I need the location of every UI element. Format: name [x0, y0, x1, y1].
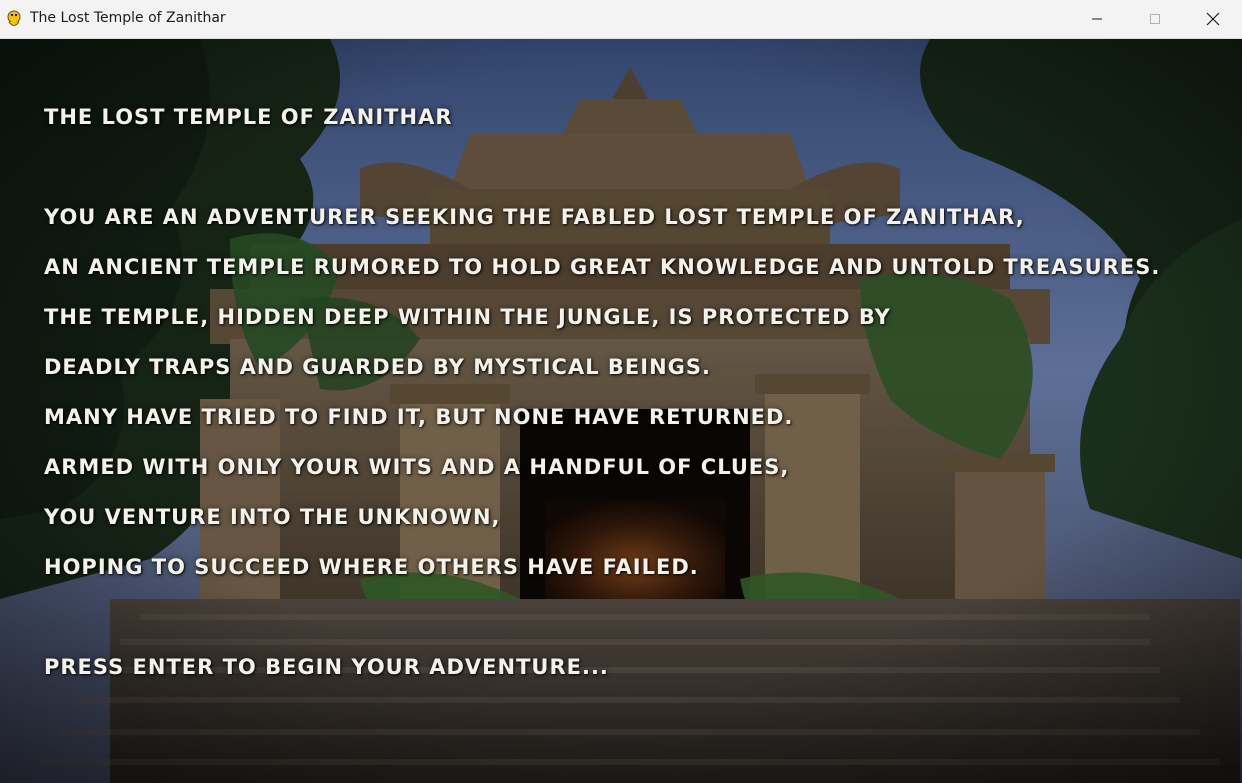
intro-line: YOU ARE AN ADVENTURER SEEKING THE FABLED…: [44, 205, 1025, 229]
game-canvas[interactable]: THE LOST TEMPLE OF ZANITHAR YOU ARE AN A…: [0, 39, 1242, 783]
intro-text: THE LOST TEMPLE OF ZANITHAR YOU ARE AN A…: [0, 39, 1242, 783]
minimize-button[interactable]: [1068, 0, 1126, 38]
maximize-button[interactable]: [1126, 0, 1184, 38]
intro-line: DEADLY TRAPS AND GUARDED BY MYSTICAL BEI…: [44, 355, 711, 379]
close-button[interactable]: [1184, 0, 1242, 38]
close-icon: [1206, 12, 1220, 26]
intro-title: THE LOST TEMPLE OF ZANITHAR: [44, 105, 453, 129]
maximize-icon: [1150, 14, 1160, 24]
window-title: The Lost Temple of Zanithar: [30, 10, 226, 26]
python-snake-icon: [7, 10, 21, 26]
game-window: The Lost Temple of Zanithar THE LOST TEM…: [0, 0, 1242, 783]
intro-line: AN ANCIENT TEMPLE RUMORED TO HOLD GREAT …: [44, 255, 1161, 279]
intro-line: THE TEMPLE, HIDDEN DEEP WITHIN THE JUNGL…: [44, 305, 891, 329]
minimize-icon: [1092, 18, 1102, 20]
intro-line: HOPING TO SUCCEED WHERE OTHERS HAVE FAIL…: [44, 555, 699, 579]
intro-line: YOU VENTURE INTO THE UNKNOWN,: [44, 505, 501, 529]
intro-line: MANY HAVE TRIED TO FIND IT, BUT NONE HAV…: [44, 405, 794, 429]
press-enter-prompt: PRESS ENTER TO BEGIN YOUR ADVENTURE...: [44, 655, 609, 679]
intro-line: ARMED WITH ONLY YOUR WITS AND A HANDFUL …: [44, 455, 790, 479]
title-bar: The Lost Temple of Zanithar: [0, 0, 1242, 39]
